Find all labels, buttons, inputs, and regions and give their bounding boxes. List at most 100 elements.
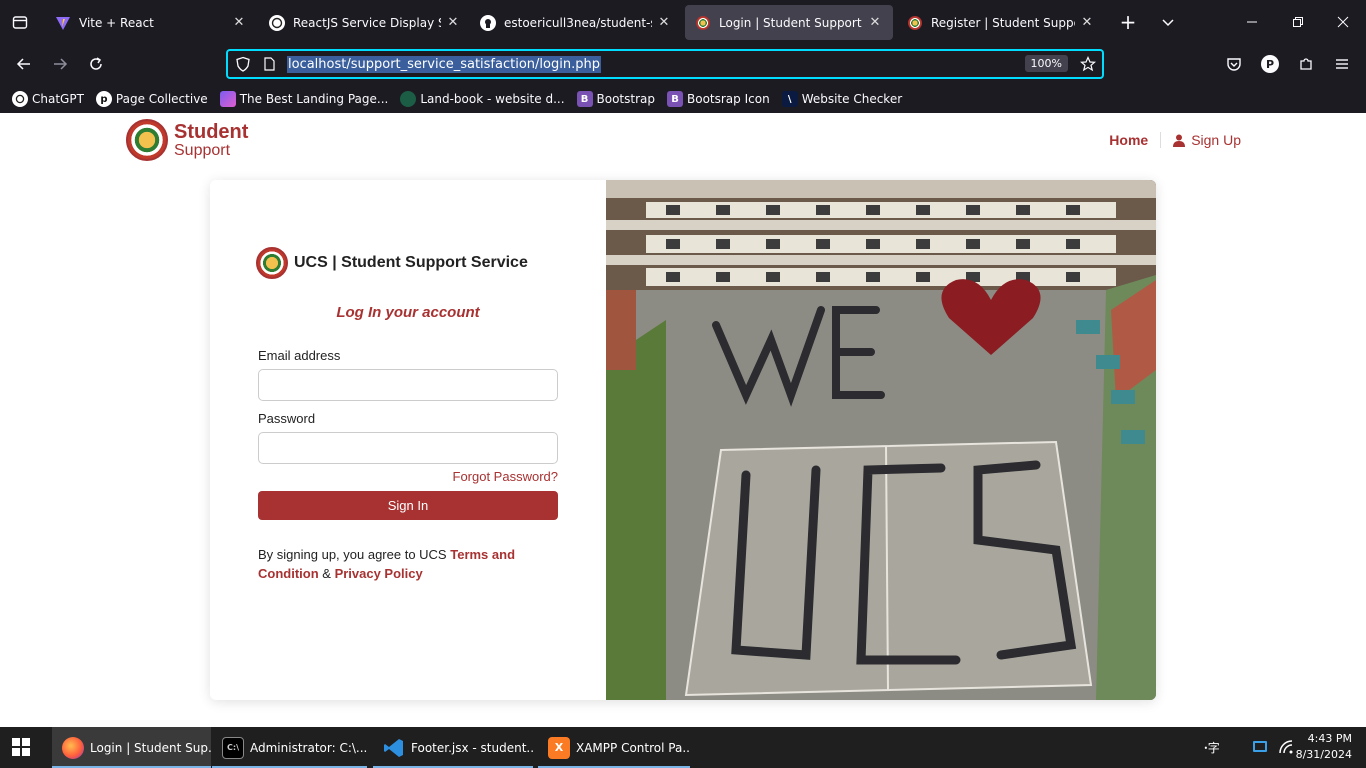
bookmark-label: Land-book - website d... [420, 92, 565, 106]
tab-title: ReactJS Service Display Setup [293, 15, 441, 30]
bookmark-label: ChatGPT [32, 92, 84, 106]
taskbar-app-label: Footer.jsx - student... [411, 740, 533, 755]
taskbar: Login | Student Sup... C:\ Administrator… [0, 727, 1366, 768]
sign-in-button[interactable]: Sign In [258, 491, 558, 520]
ucs-seal-icon [695, 15, 711, 31]
forward-icon[interactable] [44, 48, 76, 80]
tab-register[interactable]: Register | Student Support Se ✕ [897, 5, 1105, 40]
privacy-link[interactable]: Privacy Policy [335, 566, 423, 581]
page-content: Student Support Home Sign Up UCS | Stude… [0, 113, 1366, 727]
windows-start-icon[interactable] [12, 738, 30, 759]
close-tab-icon[interactable]: ✕ [1079, 15, 1095, 30]
clock-date: 8/31/2024 [1295, 748, 1352, 761]
vite-icon [55, 15, 71, 31]
brand-logo[interactable]: Student Support [126, 119, 248, 161]
bookmark-bootstrap-icon[interactable]: B Bootsrap Icon [667, 91, 770, 107]
profile-avatar[interactable]: P [1254, 48, 1286, 80]
form-heading: UCS | Student Support Service [294, 254, 528, 271]
close-window-icon[interactable] [1327, 6, 1359, 38]
input-language-icon[interactable]: ꞏ字 [1204, 739, 1220, 756]
password-label: Password [258, 411, 316, 426]
terminal-icon: C:\ [222, 736, 244, 759]
pocket-icon[interactable] [1218, 48, 1250, 80]
tab-login[interactable]: Login | Student Support Servi ✕ [685, 5, 893, 40]
extensions-icon[interactable] [1290, 48, 1322, 80]
top-navigation: Home Sign Up [1109, 132, 1241, 148]
url-text[interactable]: localhost/support_service_satisfaction/l… [287, 55, 601, 73]
page-collective-icon: p [95, 91, 112, 107]
bookmark-landing-page[interactable]: The Best Landing Page... [219, 91, 389, 107]
back-icon[interactable] [8, 48, 40, 80]
tab-vite-react[interactable]: Vite + React ✕ [45, 5, 257, 40]
bookmark-bootstrap[interactable]: B Bootstrap [576, 91, 655, 107]
chatgpt-icon [269, 14, 285, 31]
tab-title: Vite + React [79, 15, 154, 30]
minimize-icon[interactable] [1236, 6, 1268, 38]
chevron-down-icon[interactable] [1152, 6, 1184, 38]
bookmark-star-icon[interactable] [1079, 56, 1097, 75]
shield-icon[interactable] [235, 56, 251, 75]
zoom-level[interactable]: 100% [1024, 55, 1068, 72]
user-icon [1173, 134, 1186, 147]
password-field[interactable] [258, 432, 558, 464]
form-subtitle: Log In your account [336, 304, 480, 321]
url-bar[interactable]: localhost/support_service_satisfaction/l… [226, 49, 1104, 79]
browser-chrome: Vite + React ✕ ReactJS Service Display S… [0, 0, 1366, 113]
tab-overview-icon[interactable] [4, 6, 36, 38]
bookmark-page-collective[interactable]: p Page Collective [95, 91, 208, 107]
bookmark-label: Website Checker [801, 92, 903, 106]
wifi-icon[interactable] [1278, 739, 1294, 758]
taskbar-app-vscode[interactable]: Footer.jsx - student... [373, 727, 533, 768]
nav-signup-label: Sign Up [1191, 132, 1241, 148]
land-book-icon [400, 91, 417, 107]
bookmark-website-checker[interactable]: \ Website Checker [781, 91, 903, 107]
close-tab-icon[interactable]: ✕ [231, 15, 247, 30]
bookmarks-bar: ChatGPT p Page Collective The Best Landi… [0, 86, 1366, 112]
system-clock[interactable]: 4:43 PM 8/31/2024 [1296, 731, 1352, 763]
bookmark-chatgpt[interactable]: ChatGPT [12, 91, 84, 107]
terms-and: & [318, 566, 335, 581]
ucs-seal-icon [907, 15, 923, 31]
github-icon [480, 14, 496, 31]
tab-github[interactable]: estoericull3nea/student-supp ✕ [470, 5, 682, 40]
profile-initial: P [1261, 55, 1279, 73]
close-tab-icon[interactable]: ✕ [445, 15, 461, 30]
bookmark-land-book[interactable]: Land-book - website d... [400, 91, 565, 107]
close-tab-icon[interactable]: ✕ [656, 15, 672, 30]
clock-time: 4:43 PM [1307, 732, 1352, 745]
terms-prefix: By signing up, you agree to UCS [258, 547, 451, 562]
taskbar-app-terminal[interactable]: C:\ Administrator: C:\... [212, 727, 367, 768]
ucs-seal-icon [256, 247, 288, 279]
taskbar-app-firefox[interactable]: Login | Student Sup... [52, 727, 211, 768]
landing-page-icon [219, 91, 236, 107]
email-label: Email address [258, 348, 341, 363]
taskbar-app-label: XAMPP Control Pa... [576, 740, 690, 755]
brand-text: Student Support [174, 122, 248, 159]
tab-reactjs-service[interactable]: ReactJS Service Display Setup ✕ [259, 5, 471, 40]
nav-signup-link[interactable]: Sign Up [1161, 132, 1241, 148]
page-icon[interactable] [262, 57, 276, 74]
tab-title: Login | Student Support Servi [719, 15, 863, 30]
bookmark-label: The Best Landing Page... [239, 92, 389, 106]
tab-bar: Vite + React ✕ ReactJS Service Display S… [0, 0, 1366, 44]
navigation-bar: localhost/support_service_satisfaction/l… [0, 44, 1366, 84]
taskbar-app-label: Administrator: C:\... [250, 740, 367, 755]
login-card: UCS | Student Support Service Log In you… [210, 180, 1156, 700]
xampp-icon: X [548, 736, 570, 759]
chatgpt-icon [12, 91, 28, 107]
forgot-password-link[interactable]: Forgot Password? [453, 469, 559, 484]
close-tab-icon[interactable]: ✕ [867, 15, 883, 30]
menu-icon[interactable] [1326, 48, 1358, 80]
vscode-icon [383, 737, 405, 759]
restore-icon[interactable] [1282, 6, 1314, 38]
taskbar-app-xampp[interactable]: X XAMPP Control Pa... [538, 727, 690, 768]
network-status-icon[interactable] [1252, 739, 1268, 758]
reload-icon[interactable] [80, 48, 112, 80]
tab-title: Register | Student Support Se [931, 15, 1075, 30]
new-tab-icon[interactable]: + [1112, 6, 1144, 38]
bookmark-label: Page Collective [115, 92, 208, 106]
brand-line-2: Support [174, 141, 231, 159]
email-field[interactable] [258, 369, 558, 401]
nav-home-link[interactable]: Home [1109, 132, 1162, 148]
bookmark-label: Bootstrap [596, 92, 655, 106]
